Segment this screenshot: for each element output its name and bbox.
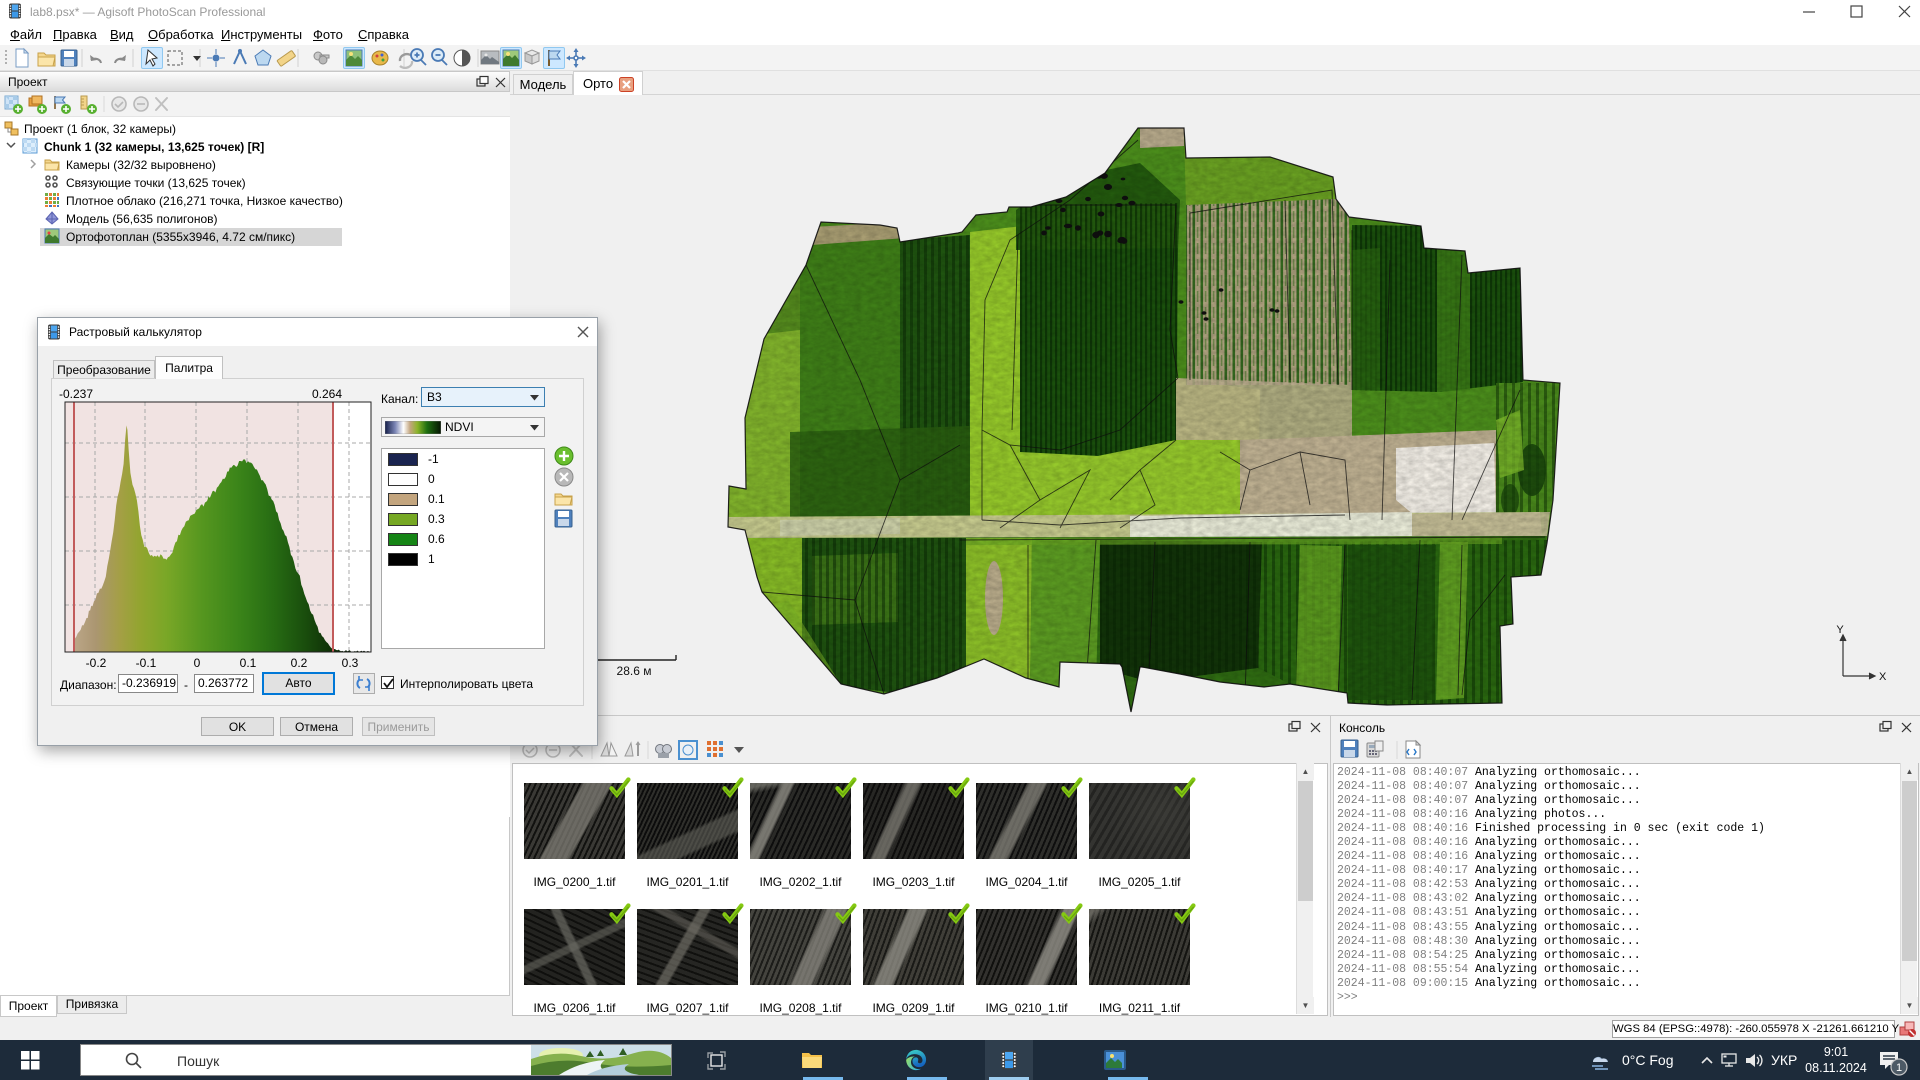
svg-text:1: 1 [1896, 1062, 1902, 1074]
svg-text:0.264: 0.264 [312, 387, 342, 401]
svg-text:-0.2: -0.2 [86, 656, 107, 670]
svg-text:0.3: 0.3 [342, 656, 359, 670]
svg-text:X: X [1879, 671, 1887, 683]
svg-text:-0.1: -0.1 [136, 656, 157, 670]
svg-text:0.2: 0.2 [291, 656, 308, 670]
svg-text:-0.237: -0.237 [59, 387, 93, 401]
svg-text:Y: Y [1836, 624, 1844, 636]
svg-text:28.6 м: 28.6 м [617, 664, 652, 678]
svg-text:0: 0 [194, 656, 201, 670]
svg-text:0.1: 0.1 [240, 656, 257, 670]
